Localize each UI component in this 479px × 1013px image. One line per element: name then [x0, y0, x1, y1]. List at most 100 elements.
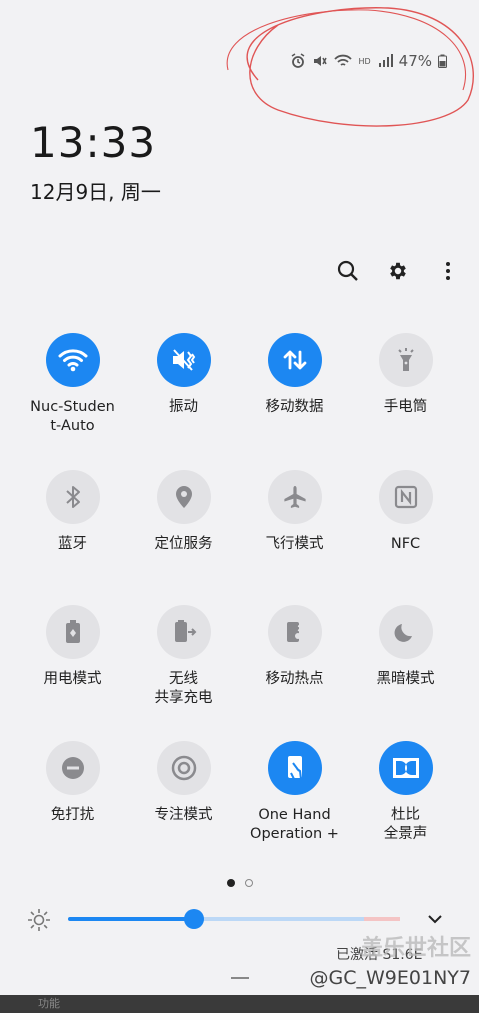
- bluetooth-toggle[interactable]: [45, 470, 100, 524]
- tile-focus[interactable]: 专注模式: [128, 741, 239, 825]
- one-hand-icon: [281, 753, 309, 783]
- wifi-status-icon: [334, 54, 353, 66]
- mobile-data-icon: [281, 346, 309, 374]
- tile-wireless-share[interactable]: 无线 共享充电: [128, 605, 239, 708]
- tile-label: 蓝牙: [17, 535, 128, 554]
- bottom-bar: [0, 995, 479, 1013]
- more-options-button[interactable]: [435, 258, 461, 284]
- brightness-slider-thumb[interactable]: [184, 909, 205, 929]
- drag-handle[interactable]: [231, 977, 249, 979]
- tile-label: 黑暗模式: [350, 670, 461, 689]
- flashlight-toggle[interactable]: [378, 333, 433, 387]
- chevron-down-icon[interactable]: [426, 906, 444, 932]
- tile-label-line2: 共享充电: [154, 690, 213, 706]
- watermark-text: 盖乐世社区: [360, 936, 471, 961]
- dolby-toggle[interactable]: [378, 741, 433, 795]
- nfc-icon: [392, 483, 420, 511]
- status-bar: HD 47%: [290, 52, 447, 70]
- tile-label: 移动热点: [239, 670, 350, 689]
- tile-label-line1: NFC: [390, 536, 421, 552]
- tile-battery-mode[interactable]: 用电模式: [17, 605, 128, 689]
- clock-time: 13:33: [30, 118, 157, 167]
- search-icon: [337, 260, 358, 281]
- vibrate-icon: [170, 346, 198, 374]
- tile-dolby[interactable]: 杜比 全景声: [350, 741, 461, 844]
- more-vertical-icon: [446, 262, 450, 280]
- tile-vibrate[interactable]: 振动: [128, 333, 239, 417]
- tile-label-line1: 黑暗模式: [376, 671, 435, 687]
- wifi-toggle[interactable]: [45, 333, 100, 387]
- tile-label-line2: 全景声: [383, 826, 428, 842]
- battery-mode-toggle[interactable]: [45, 605, 100, 659]
- page-dot-active[interactable]: [226, 879, 235, 887]
- tile-wifi[interactable]: Nuc-Studen t-Auto: [17, 333, 128, 436]
- tile-mobile-data[interactable]: 移动数据: [239, 333, 350, 417]
- location-toggle[interactable]: [156, 470, 211, 524]
- hd-badge: HD: [358, 56, 371, 66]
- dark-mode-toggle[interactable]: [378, 605, 433, 659]
- wifi-icon: [58, 347, 88, 373]
- tile-dnd[interactable]: 免打扰: [17, 741, 128, 825]
- tile-label: 无线 共享充电: [128, 670, 239, 708]
- tile-one-hand[interactable]: One Hand Operation +: [239, 741, 350, 844]
- wireless-share-toggle[interactable]: [156, 605, 211, 659]
- watermark-handle: @GC_W9E01NY7: [309, 967, 471, 989]
- tile-label-line1: One Hand: [258, 807, 331, 823]
- tile-hotspot[interactable]: 移动热点: [239, 605, 350, 689]
- battery-icon: [438, 54, 447, 68]
- bottom-bar-text: 功能: [38, 997, 60, 1010]
- vibrate-toggle[interactable]: [156, 333, 211, 387]
- tile-label: 杜比 全景声: [350, 806, 461, 844]
- tile-label: 飞行模式: [239, 535, 350, 554]
- tile-label: 免打扰: [17, 806, 128, 825]
- airplane-toggle[interactable]: [267, 470, 322, 524]
- page-indicator: [0, 879, 479, 887]
- alarm-icon: [292, 53, 305, 68]
- search-button[interactable]: [335, 258, 361, 284]
- tile-label-line1: 定位服务: [154, 536, 213, 552]
- hotspot-icon: [281, 618, 309, 646]
- airplane-icon: [281, 483, 309, 511]
- page-dot[interactable]: [244, 879, 253, 887]
- tile-nfc[interactable]: NFC: [350, 470, 461, 554]
- brightness-extra-range: [364, 917, 400, 921]
- focus-toggle[interactable]: [156, 741, 211, 795]
- tile-label-line1: 蓝牙: [58, 536, 87, 552]
- location-icon: [172, 483, 196, 511]
- tile-label-line1: 杜比: [391, 807, 420, 823]
- tile-label-line1: 无线: [169, 671, 198, 687]
- battery-percent: 47%: [398, 52, 432, 70]
- gear-icon: [390, 262, 406, 280]
- dnd-toggle[interactable]: [45, 741, 100, 795]
- tile-label-line1: Nuc-Studen: [30, 399, 115, 415]
- tile-label: 定位服务: [128, 535, 239, 554]
- one-hand-toggle[interactable]: [267, 741, 322, 795]
- tile-label-line1: 专注模式: [154, 807, 213, 823]
- focus-icon: [169, 753, 199, 783]
- bluetooth-icon: [61, 483, 85, 511]
- settings-button[interactable]: [385, 258, 411, 284]
- tile-label: 移动数据: [239, 398, 350, 417]
- dnd-icon: [59, 754, 87, 782]
- tile-label: 专注模式: [128, 806, 239, 825]
- battery-mode-icon: [61, 618, 85, 646]
- panel-toolbar: [335, 258, 461, 284]
- tile-label-line1: 用电模式: [43, 671, 102, 687]
- dark-mode-icon: [392, 618, 420, 646]
- tile-label: Nuc-Studen t-Auto: [17, 398, 128, 436]
- tile-airplane[interactable]: 飞行模式: [239, 470, 350, 554]
- tile-label-line1: 移动热点: [265, 671, 324, 687]
- tile-label-line2: t-Auto: [50, 418, 95, 434]
- tile-label-line1: 免打扰: [50, 807, 95, 823]
- nfc-toggle[interactable]: [378, 470, 433, 524]
- signal-icon: [378, 54, 393, 67]
- hotspot-toggle[interactable]: [267, 605, 322, 659]
- dolby-icon: [391, 756, 421, 780]
- tile-location[interactable]: 定位服务: [128, 470, 239, 554]
- tile-bluetooth[interactable]: 蓝牙: [17, 470, 128, 554]
- mute-vibrate-icon: [314, 56, 328, 66]
- mobile-data-toggle[interactable]: [267, 333, 322, 387]
- tile-flashlight[interactable]: 手电筒: [350, 333, 461, 417]
- tile-dark-mode[interactable]: 黑暗模式: [350, 605, 461, 689]
- brightness-fill: [68, 917, 195, 921]
